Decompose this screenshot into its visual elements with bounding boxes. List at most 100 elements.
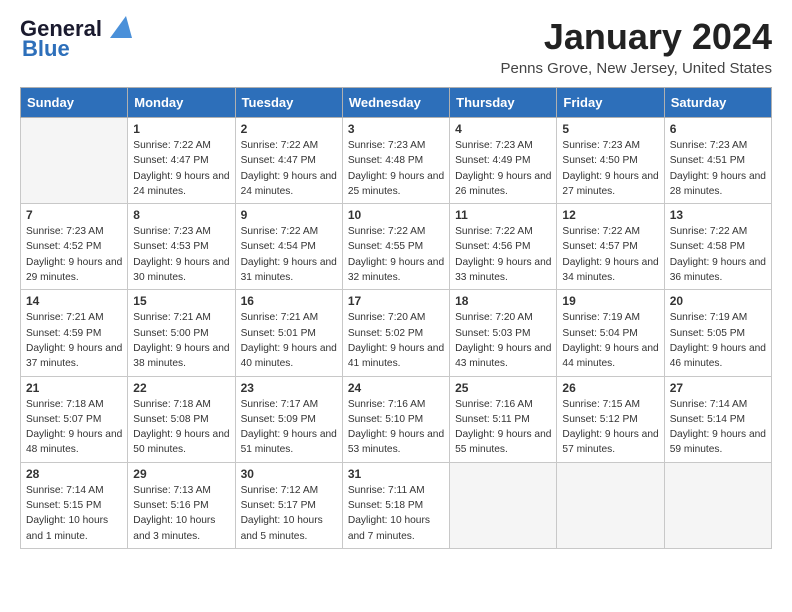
day-number: 30 bbox=[241, 467, 337, 481]
week-row-5: 28 Sunrise: 7:14 AMSunset: 5:15 PMDayligh… bbox=[21, 462, 772, 548]
calendar-cell: 24 Sunrise: 7:16 AMSunset: 5:10 PMDayligh… bbox=[342, 376, 449, 462]
day-number: 20 bbox=[670, 294, 766, 308]
day-info: Sunrise: 7:22 AMSunset: 4:56 PMDaylight:… bbox=[455, 224, 551, 285]
calendar-cell: 30 Sunrise: 7:12 AMSunset: 5:17 PMDayligh… bbox=[235, 462, 342, 548]
day-number: 8 bbox=[133, 208, 229, 222]
calendar-cell: 6 Sunrise: 7:23 AMSunset: 4:51 PMDaylight… bbox=[664, 118, 771, 204]
header-sunday: Sunday bbox=[21, 88, 128, 118]
day-info: Sunrise: 7:22 AMSunset: 4:47 PMDaylight:… bbox=[241, 138, 337, 199]
calendar-cell: 21 Sunrise: 7:18 AMSunset: 5:07 PMDayligh… bbox=[21, 376, 128, 462]
day-number: 23 bbox=[241, 381, 337, 395]
day-info: Sunrise: 7:13 AMSunset: 5:16 PMDaylight:… bbox=[133, 483, 229, 544]
calendar-table: SundayMondayTuesdayWednesdayThursdayFrid… bbox=[20, 87, 772, 549]
day-number: 7 bbox=[26, 208, 122, 222]
logo: General Blue bbox=[20, 16, 134, 62]
day-number: 12 bbox=[562, 208, 658, 222]
day-info: Sunrise: 7:20 AMSunset: 5:02 PMDaylight:… bbox=[348, 310, 444, 371]
day-info: Sunrise: 7:23 AMSunset: 4:48 PMDaylight:… bbox=[348, 138, 444, 199]
calendar-cell: 15Sunrise: 7:21 AMSunset: 5:00 PMDayligh… bbox=[128, 290, 235, 376]
calendar-cell: 9Sunrise: 7:22 AMSunset: 4:54 PMDaylight… bbox=[235, 204, 342, 290]
day-info: Sunrise: 7:21 AMSunset: 5:01 PMDaylight:… bbox=[241, 310, 337, 371]
subtitle: Penns Grove, New Jersey, United States bbox=[500, 60, 772, 77]
header-monday: Monday bbox=[128, 88, 235, 118]
day-info: Sunrise: 7:22 AMSunset: 4:55 PMDaylight:… bbox=[348, 224, 444, 285]
day-number: 22 bbox=[133, 381, 229, 395]
day-number: 4 bbox=[455, 122, 551, 136]
day-number: 27 bbox=[670, 381, 766, 395]
day-number: 24 bbox=[348, 381, 444, 395]
day-number: 25 bbox=[455, 381, 551, 395]
calendar-cell: 4 Sunrise: 7:23 AMSunset: 4:49 PMDaylight… bbox=[450, 118, 557, 204]
header-wednesday: Wednesday bbox=[342, 88, 449, 118]
week-row-1: 1 Sunrise: 7:22 AMSunset: 4:47 PMDaylight… bbox=[21, 118, 772, 204]
day-number: 18 bbox=[455, 294, 551, 308]
calendar-cell bbox=[664, 462, 771, 548]
calendar-cell: 5 Sunrise: 7:23 AMSunset: 4:50 PMDaylight… bbox=[557, 118, 664, 204]
day-info: Sunrise: 7:20 AMSunset: 5:03 PMDaylight:… bbox=[455, 310, 551, 371]
day-number: 29 bbox=[133, 467, 229, 481]
calendar-cell bbox=[450, 462, 557, 548]
day-info: Sunrise: 7:21 AMSunset: 4:59 PMDaylight:… bbox=[26, 310, 122, 371]
day-info: Sunrise: 7:19 AMSunset: 5:04 PMDaylight:… bbox=[562, 310, 658, 371]
day-number: 14 bbox=[26, 294, 122, 308]
day-info: Sunrise: 7:12 AMSunset: 5:17 PMDaylight:… bbox=[241, 483, 337, 544]
header-friday: Friday bbox=[557, 88, 664, 118]
calendar-cell: 28 Sunrise: 7:14 AMSunset: 5:15 PMDayligh… bbox=[21, 462, 128, 548]
calendar-cell: 16 Sunrise: 7:21 AMSunset: 5:01 PMDayligh… bbox=[235, 290, 342, 376]
calendar-cell: 31Sunrise: 7:11 AMSunset: 5:18 PMDayligh… bbox=[342, 462, 449, 548]
day-info: Sunrise: 7:19 AMSunset: 5:05 PMDaylight:… bbox=[670, 310, 766, 371]
day-number: 1 bbox=[133, 122, 229, 136]
day-info: Sunrise: 7:16 AMSunset: 5:11 PMDaylight:… bbox=[455, 397, 551, 458]
calendar-cell: 22Sunrise: 7:18 AMSunset: 5:08 PMDayligh… bbox=[128, 376, 235, 462]
calendar-cell: 12 Sunrise: 7:22 AMSunset: 4:57 PMDayligh… bbox=[557, 204, 664, 290]
day-info: Sunrise: 7:22 AMSunset: 4:54 PMDaylight:… bbox=[241, 224, 337, 285]
day-number: 16 bbox=[241, 294, 337, 308]
calendar-cell: 25 Sunrise: 7:16 AMSunset: 5:11 PMDayligh… bbox=[450, 376, 557, 462]
calendar-cell: 3Sunrise: 7:23 AMSunset: 4:48 PMDaylight… bbox=[342, 118, 449, 204]
day-info: Sunrise: 7:15 AMSunset: 5:12 PMDaylight:… bbox=[562, 397, 658, 458]
day-number: 17 bbox=[348, 294, 444, 308]
header-tuesday: Tuesday bbox=[235, 88, 342, 118]
day-info: Sunrise: 7:17 AMSunset: 5:09 PMDaylight:… bbox=[241, 397, 337, 458]
logo-icon bbox=[104, 12, 134, 42]
calendar-cell: 14 Sunrise: 7:21 AMSunset: 4:59 PMDayligh… bbox=[21, 290, 128, 376]
day-info: Sunrise: 7:22 AMSunset: 4:47 PMDaylight:… bbox=[133, 138, 229, 199]
calendar-cell: 11Sunrise: 7:22 AMSunset: 4:56 PMDayligh… bbox=[450, 204, 557, 290]
day-number: 6 bbox=[670, 122, 766, 136]
calendar-cell: 19Sunrise: 7:19 AMSunset: 5:04 PMDayligh… bbox=[557, 290, 664, 376]
calendar-cell: 13 Sunrise: 7:22 AMSunset: 4:58 PMDayligh… bbox=[664, 204, 771, 290]
day-info: Sunrise: 7:22 AMSunset: 4:58 PMDaylight:… bbox=[670, 224, 766, 285]
day-number: 28 bbox=[26, 467, 122, 481]
day-info: Sunrise: 7:14 AMSunset: 5:14 PMDaylight:… bbox=[670, 397, 766, 458]
day-info: Sunrise: 7:11 AMSunset: 5:18 PMDaylight:… bbox=[348, 483, 444, 544]
day-number: 5 bbox=[562, 122, 658, 136]
day-info: Sunrise: 7:23 AMSunset: 4:49 PMDaylight:… bbox=[455, 138, 551, 199]
day-info: Sunrise: 7:18 AMSunset: 5:07 PMDaylight:… bbox=[26, 397, 122, 458]
day-info: Sunrise: 7:23 AMSunset: 4:53 PMDaylight:… bbox=[133, 224, 229, 285]
day-number: 13 bbox=[670, 208, 766, 222]
day-info: Sunrise: 7:23 AMSunset: 4:51 PMDaylight:… bbox=[670, 138, 766, 199]
day-number: 10 bbox=[348, 208, 444, 222]
day-info: Sunrise: 7:16 AMSunset: 5:10 PMDaylight:… bbox=[348, 397, 444, 458]
day-info: Sunrise: 7:23 AMSunset: 4:50 PMDaylight:… bbox=[562, 138, 658, 199]
day-number: 21 bbox=[26, 381, 122, 395]
header-row: SundayMondayTuesdayWednesdayThursdayFrid… bbox=[21, 88, 772, 118]
day-info: Sunrise: 7:14 AMSunset: 5:15 PMDaylight:… bbox=[26, 483, 122, 544]
day-info: Sunrise: 7:21 AMSunset: 5:00 PMDaylight:… bbox=[133, 310, 229, 371]
week-row-3: 14 Sunrise: 7:21 AMSunset: 4:59 PMDayligh… bbox=[21, 290, 772, 376]
calendar-cell: 8 Sunrise: 7:23 AMSunset: 4:53 PMDaylight… bbox=[128, 204, 235, 290]
main-title: January 2024 bbox=[500, 16, 772, 58]
logo-blue: Blue bbox=[20, 36, 70, 62]
header-saturday: Saturday bbox=[664, 88, 771, 118]
title-area: January 2024 Penns Grove, New Jersey, Un… bbox=[500, 16, 772, 77]
calendar-cell: 29 Sunrise: 7:13 AMSunset: 5:16 PMDayligh… bbox=[128, 462, 235, 548]
day-info: Sunrise: 7:22 AMSunset: 4:57 PMDaylight:… bbox=[562, 224, 658, 285]
day-number: 2 bbox=[241, 122, 337, 136]
calendar-cell: 1 Sunrise: 7:22 AMSunset: 4:47 PMDaylight… bbox=[128, 118, 235, 204]
day-info: Sunrise: 7:23 AMSunset: 4:52 PMDaylight:… bbox=[26, 224, 122, 285]
calendar-cell: 2 Sunrise: 7:22 AMSunset: 4:47 PMDaylight… bbox=[235, 118, 342, 204]
calendar-cell: 17 Sunrise: 7:20 AMSunset: 5:02 PMDayligh… bbox=[342, 290, 449, 376]
calendar-cell bbox=[557, 462, 664, 548]
calendar-cell: 7 Sunrise: 7:23 AMSunset: 4:52 PMDaylight… bbox=[21, 204, 128, 290]
header-thursday: Thursday bbox=[450, 88, 557, 118]
